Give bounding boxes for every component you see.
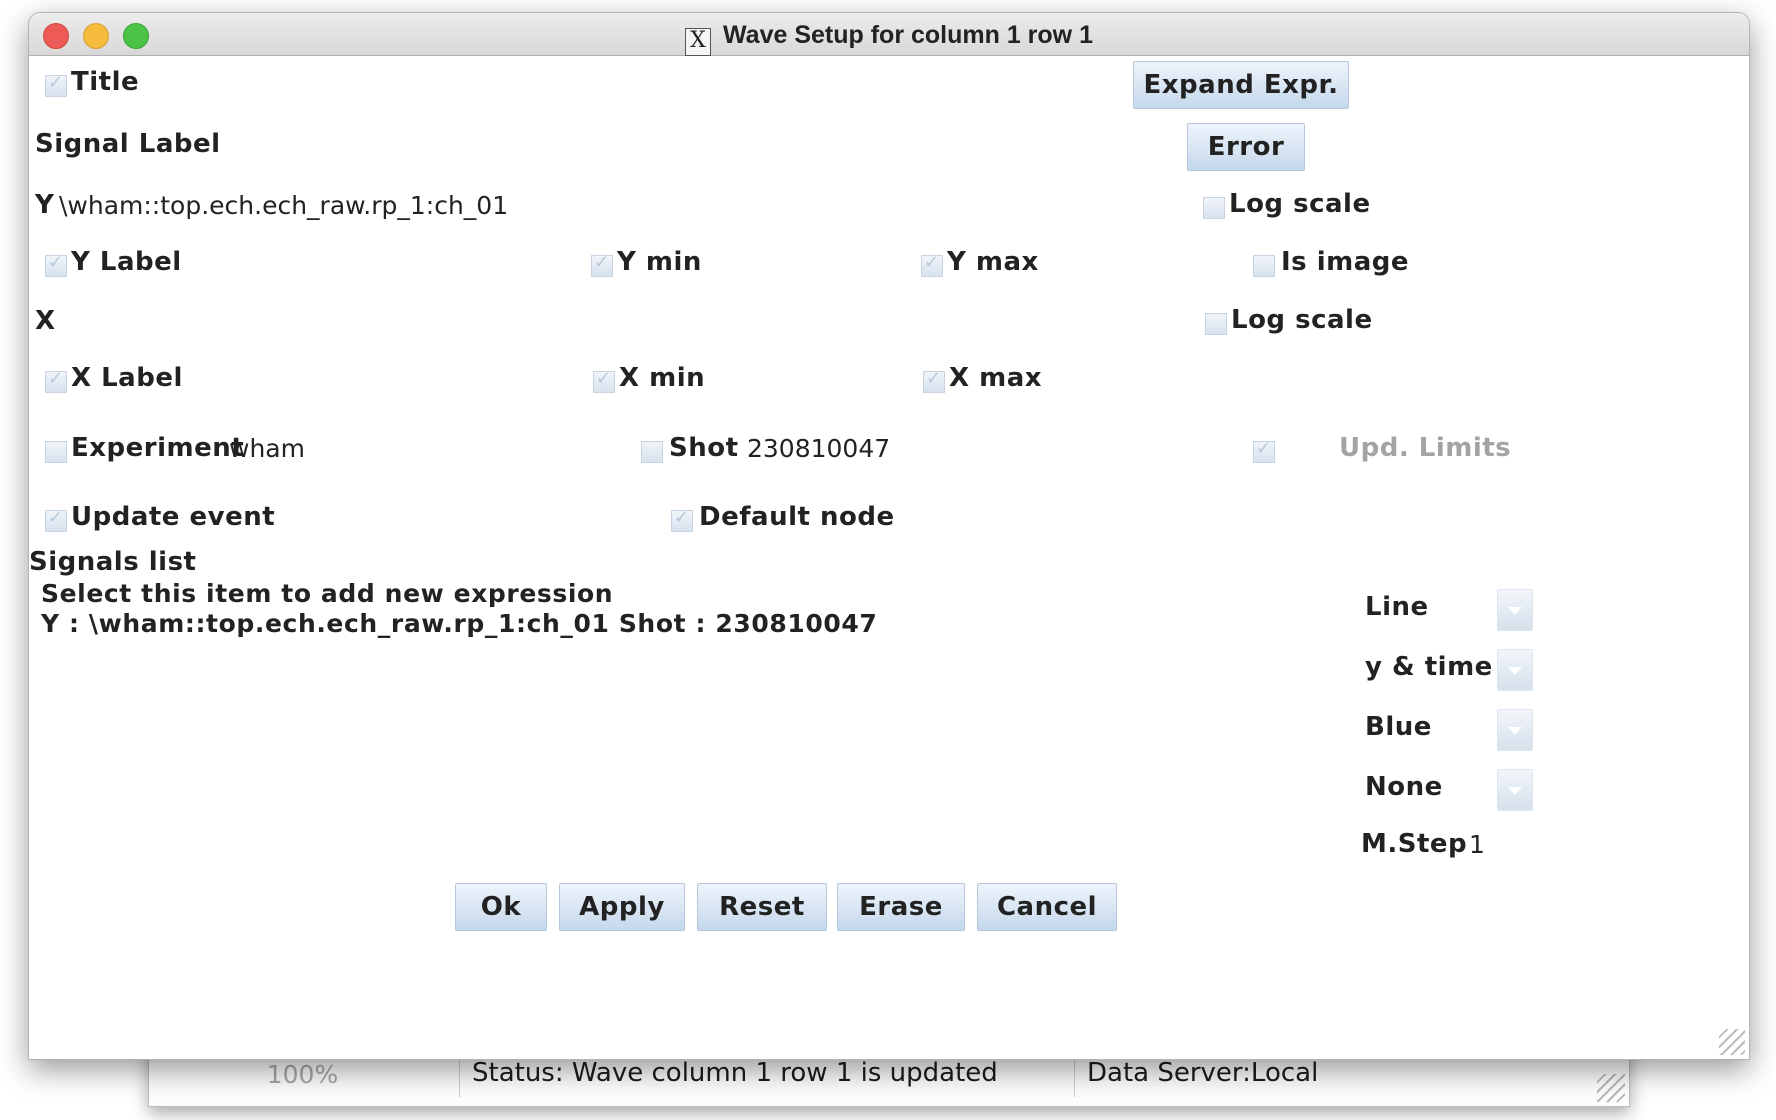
marker-value: None (1365, 772, 1443, 802)
signals-list[interactable]: Select this item to add new expression Y… (33, 573, 1353, 873)
x-label-label: X Label (71, 363, 183, 393)
mstep-label: M.Step (1361, 829, 1468, 859)
y-label-label: Y Label (71, 247, 182, 277)
default-node-label: Default node (699, 502, 895, 532)
signal-label: Signal Label (35, 129, 221, 159)
erase-button[interactable]: Erase (837, 883, 965, 931)
resize-grip-icon[interactable] (1597, 1074, 1625, 1102)
resize-grip-icon[interactable] (1719, 1029, 1745, 1055)
color-value: Blue (1365, 712, 1432, 742)
title-label: Title (71, 67, 140, 97)
shot-field[interactable]: 230810047 (747, 434, 890, 463)
y-min-checkbox[interactable] (591, 252, 613, 277)
x-label-checkbox[interactable] (45, 368, 67, 393)
update-event-label: Update event (71, 502, 276, 532)
update-event-checkbox[interactable] (45, 507, 67, 532)
x-log-scale-checkbox[interactable] (1205, 313, 1227, 335)
is-image-label: Is image (1281, 247, 1409, 277)
expand-expr-button[interactable]: Expand Expr. (1133, 61, 1349, 109)
interpolation-value: y & time (1365, 652, 1493, 682)
x-log-scale-label: Log scale (1231, 305, 1373, 335)
title-checkbox[interactable] (45, 72, 67, 97)
list-item[interactable]: Y : \wham::top.ech.ech_raw.rp_1:ch_01 Sh… (41, 609, 877, 638)
experiment-field[interactable]: wham (229, 434, 305, 463)
experiment-label: Experiment (71, 433, 245, 463)
wave-setup-dialog: X Wave Setup for column 1 row 1 Title Exp… (28, 12, 1750, 1060)
default-node-checkbox[interactable] (671, 507, 693, 532)
error-button[interactable]: Error (1187, 123, 1305, 171)
shot-checkbox[interactable] (641, 441, 663, 463)
y-max-checkbox[interactable] (921, 252, 943, 277)
shot-label: Shot (669, 433, 739, 463)
line-mode-value: Line (1365, 592, 1429, 622)
list-item[interactable]: Select this item to add new expression (41, 579, 613, 608)
x-min-checkbox[interactable] (593, 368, 615, 393)
x-max-checkbox[interactable] (923, 368, 945, 393)
y-log-scale-label: Log scale (1229, 189, 1371, 219)
line-mode-dropdown-icon[interactable] (1497, 589, 1533, 631)
interpolation-dropdown-icon[interactable] (1497, 649, 1533, 691)
mstep-field[interactable]: 1 (1469, 830, 1485, 859)
x-prefix-label: X (35, 306, 56, 336)
window-title: Wave Setup for column 1 row 1 (723, 21, 1093, 49)
y-max-label: Y max (947, 247, 1039, 277)
y-label-checkbox[interactable] (45, 252, 67, 277)
window-title-wrap: X Wave Setup for column 1 row 1 (29, 13, 1749, 56)
ok-button[interactable]: Ok (455, 883, 547, 931)
y-prefix-label: Y (35, 190, 55, 220)
color-dropdown-icon[interactable] (1497, 709, 1533, 751)
y-expression-field[interactable]: \wham::top.ech.ech_raw.rp_1:ch_01 (59, 191, 508, 220)
upd-limits-checkbox (1253, 438, 1275, 463)
x-min-label: X min (619, 363, 706, 393)
apply-button[interactable]: Apply (559, 883, 685, 931)
title-bar[interactable]: X Wave Setup for column 1 row 1 (29, 13, 1749, 56)
y-log-scale-checkbox[interactable] (1203, 197, 1225, 219)
is-image-checkbox[interactable] (1253, 255, 1275, 277)
cancel-button[interactable]: Cancel (977, 883, 1117, 931)
upd-limits-label: Upd. Limits (1339, 433, 1512, 463)
marker-dropdown-icon[interactable] (1497, 769, 1533, 811)
x11-icon: X (685, 28, 711, 56)
progress-text: 100% (266, 1060, 339, 1089)
y-min-label: Y min (617, 247, 702, 277)
experiment-checkbox[interactable] (45, 441, 67, 463)
reset-button[interactable]: Reset (697, 883, 827, 931)
x-max-label: X max (949, 363, 1043, 393)
